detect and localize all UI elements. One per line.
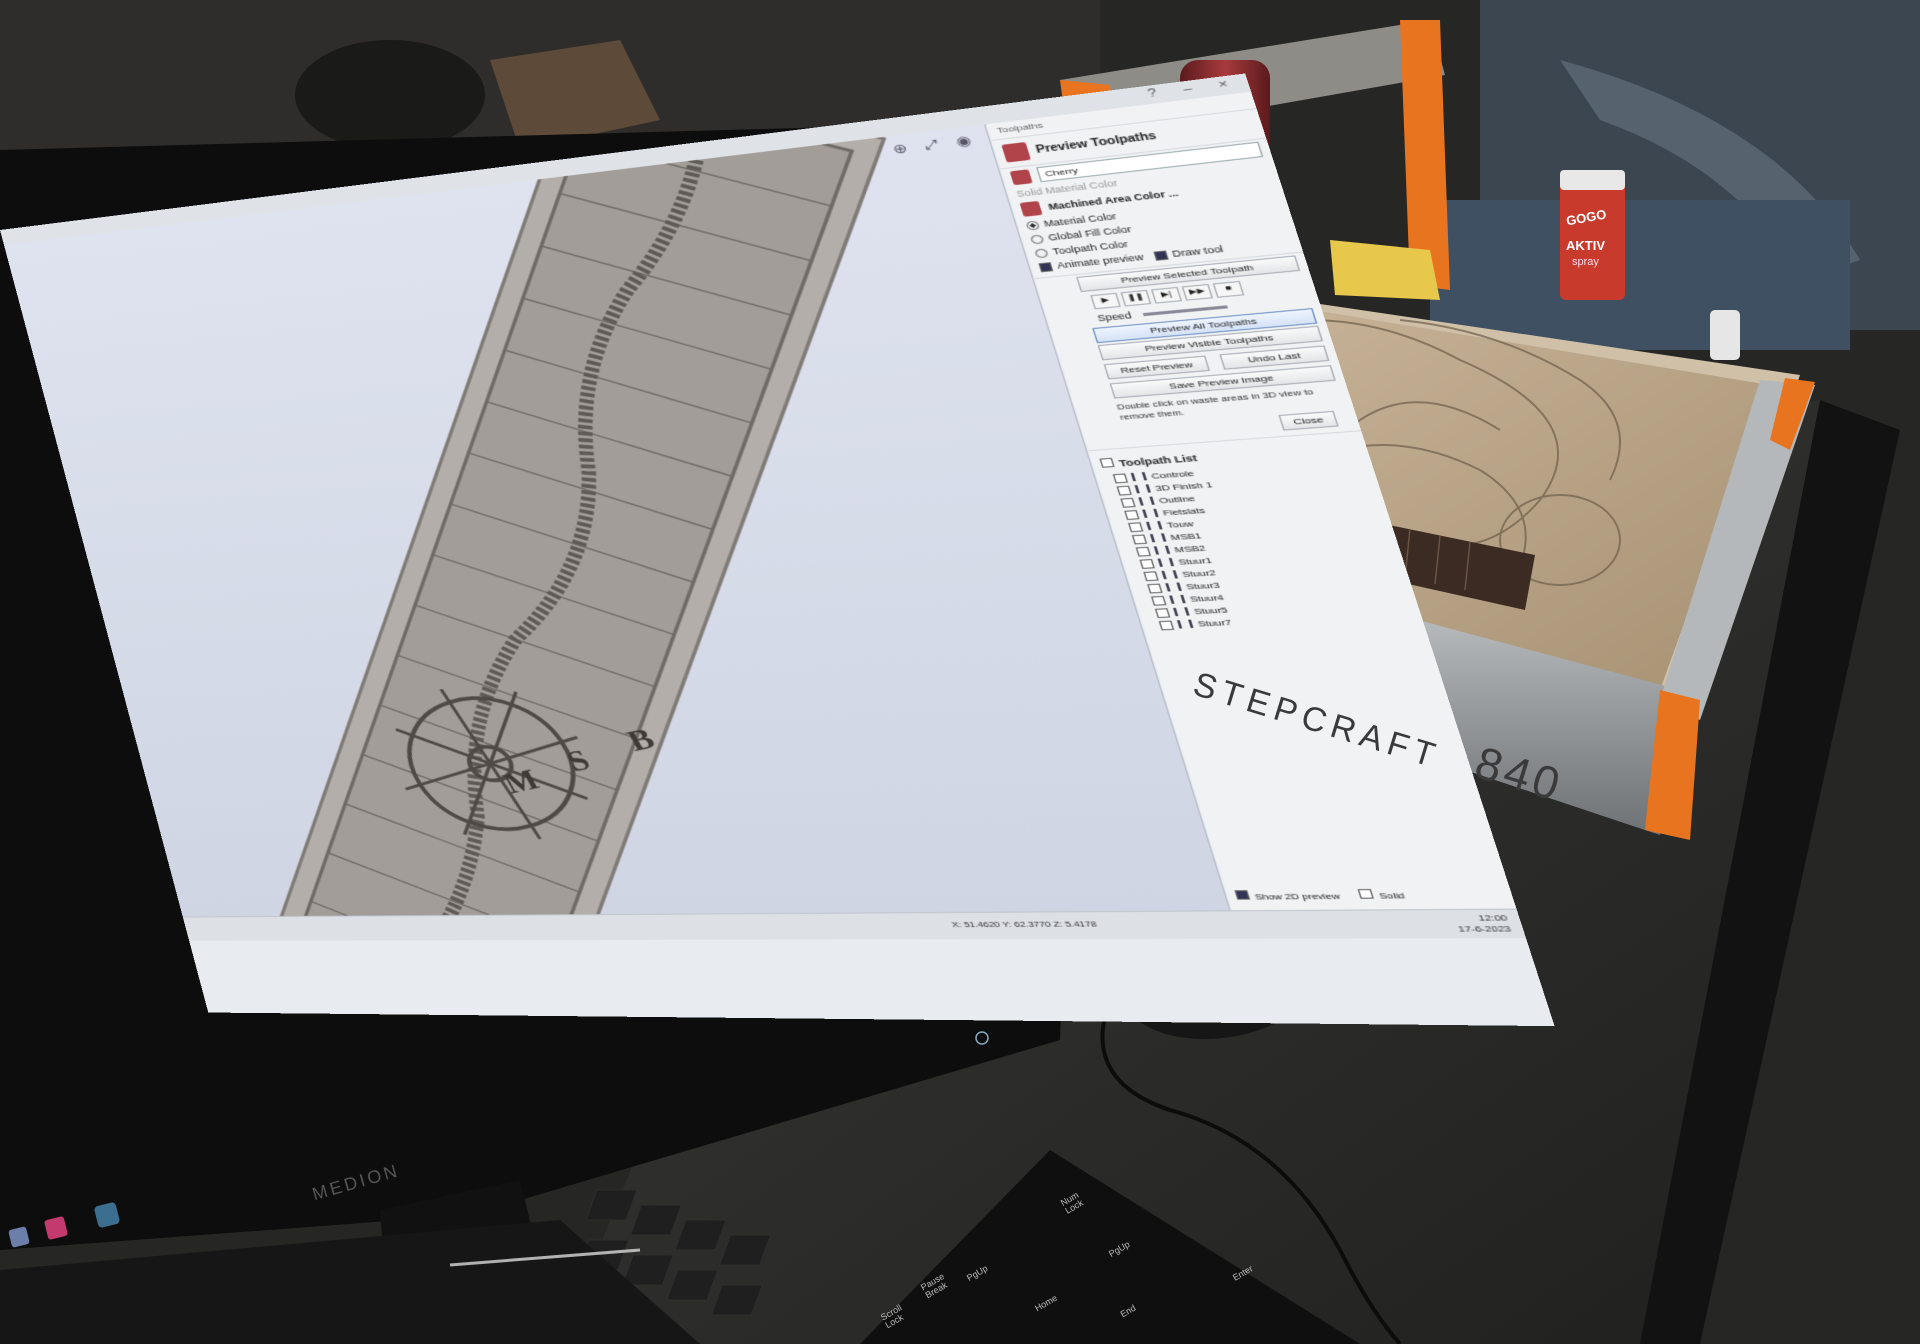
- toolpath-icon: [1134, 484, 1151, 494]
- toolpath-checkbox[interactable]: [1131, 533, 1148, 544]
- show-2d-option[interactable]: Show 2D preview: [1234, 889, 1341, 902]
- stop-icon[interactable]: ■: [1212, 280, 1245, 298]
- toolpath-icon: [1142, 508, 1159, 518]
- toolpath-icon: [1173, 607, 1190, 617]
- toolpath-icon: [1153, 545, 1171, 555]
- preview-controls: Preview Selected Toolpath ▶ ❚❚ ▶| ▶▶ ■ Speed…: [1035, 254, 1362, 452]
- toolpath-icon: [1157, 557, 1175, 567]
- glue-bottle: [1710, 310, 1740, 360]
- radio-toolpath-color[interactable]: [1033, 247, 1049, 258]
- toolpath-checkbox[interactable]: [1154, 607, 1171, 618]
- toolpath-checkbox[interactable]: [1143, 570, 1159, 581]
- step-icon[interactable]: ▶|: [1150, 286, 1183, 304]
- toolpath-checkbox[interactable]: [1158, 620, 1175, 630]
- radio-global-fill[interactable]: [1029, 233, 1045, 245]
- radio-material-color[interactable]: [1025, 219, 1041, 231]
- toolpath-icon: [1165, 582, 1182, 592]
- machined-area-icon: [1019, 200, 1043, 217]
- clock-time: 12:00: [1476, 912, 1509, 923]
- play-icon[interactable]: ▶: [1090, 292, 1121, 310]
- preview-title-text: Preview Toolpaths: [1034, 130, 1158, 156]
- show-2d-checkbox[interactable]: [1234, 890, 1251, 900]
- toolpath-icon: [1149, 533, 1167, 543]
- toolpath-list-all-checkbox[interactable]: [1099, 457, 1115, 468]
- solid-option[interactable]: Solid: [1358, 889, 1406, 901]
- toolpath-icon: [1146, 521, 1163, 531]
- toolpath-checkbox[interactable]: [1120, 497, 1136, 508]
- panel-bottom-options: Show 2D preview Solid: [1234, 889, 1406, 902]
- draw-tool-label: Draw tool: [1170, 243, 1225, 260]
- toolpath-icon: [1161, 570, 1178, 580]
- toolpath-icon: [1138, 496, 1155, 506]
- preview-toolpaths-icon: [1001, 142, 1031, 163]
- solid-checkbox[interactable]: [1358, 889, 1375, 899]
- close-button[interactable]: Close: [1278, 410, 1339, 431]
- taskbar-app-icons: [0, 1140, 220, 1248]
- material-icon: [1009, 168, 1033, 185]
- toolpath-checkbox[interactable]: [1116, 485, 1132, 496]
- toolpath-icon: [1130, 472, 1148, 482]
- toolpath-checkbox[interactable]: [1135, 546, 1151, 557]
- toolpath-list: Controle 3D Finish 1 Outline Fietslats T…: [1096, 454, 1423, 632]
- photo-scene: ? – × ▣ ⊕ ⤢ ◉ M S B Toolpaths Preview To…: [0, 0, 1920, 1344]
- status-coordinates: X: 51.4620 Y: 62.3770 Z: 5.4178: [950, 919, 1098, 930]
- toolpath-icon: [1176, 619, 1194, 629]
- spray-sub-label: spray: [1572, 256, 1599, 268]
- draw-tool-checkbox[interactable]: [1152, 249, 1169, 261]
- fast-forward-icon[interactable]: ▶▶: [1181, 283, 1214, 301]
- spray-cap: [1560, 170, 1625, 190]
- toolpath-icon: [1169, 594, 1186, 604]
- clock-date: 17-6-2023: [1456, 923, 1513, 934]
- toolpath-checkbox[interactable]: [1139, 558, 1155, 569]
- speed-label: Speed: [1096, 310, 1134, 324]
- spray-text-label: AKTIV: [1566, 238, 1605, 253]
- bucket: [295, 40, 485, 150]
- tool-tray: [1430, 200, 1850, 350]
- pause-icon[interactable]: ❚❚: [1120, 289, 1152, 307]
- toolpath-checkbox[interactable]: [1112, 472, 1128, 483]
- toolpath-checkbox[interactable]: [1124, 509, 1140, 520]
- toolpath-checkbox[interactable]: [1127, 521, 1144, 532]
- toolpath-checkbox[interactable]: [1150, 595, 1167, 606]
- animate-preview-checkbox[interactable]: [1038, 261, 1054, 272]
- taskbar-clock[interactable]: 12:00 17-6-2023: [1453, 913, 1512, 935]
- speed-slider[interactable]: [1142, 304, 1228, 316]
- toolpath-checkbox[interactable]: [1147, 583, 1163, 593]
